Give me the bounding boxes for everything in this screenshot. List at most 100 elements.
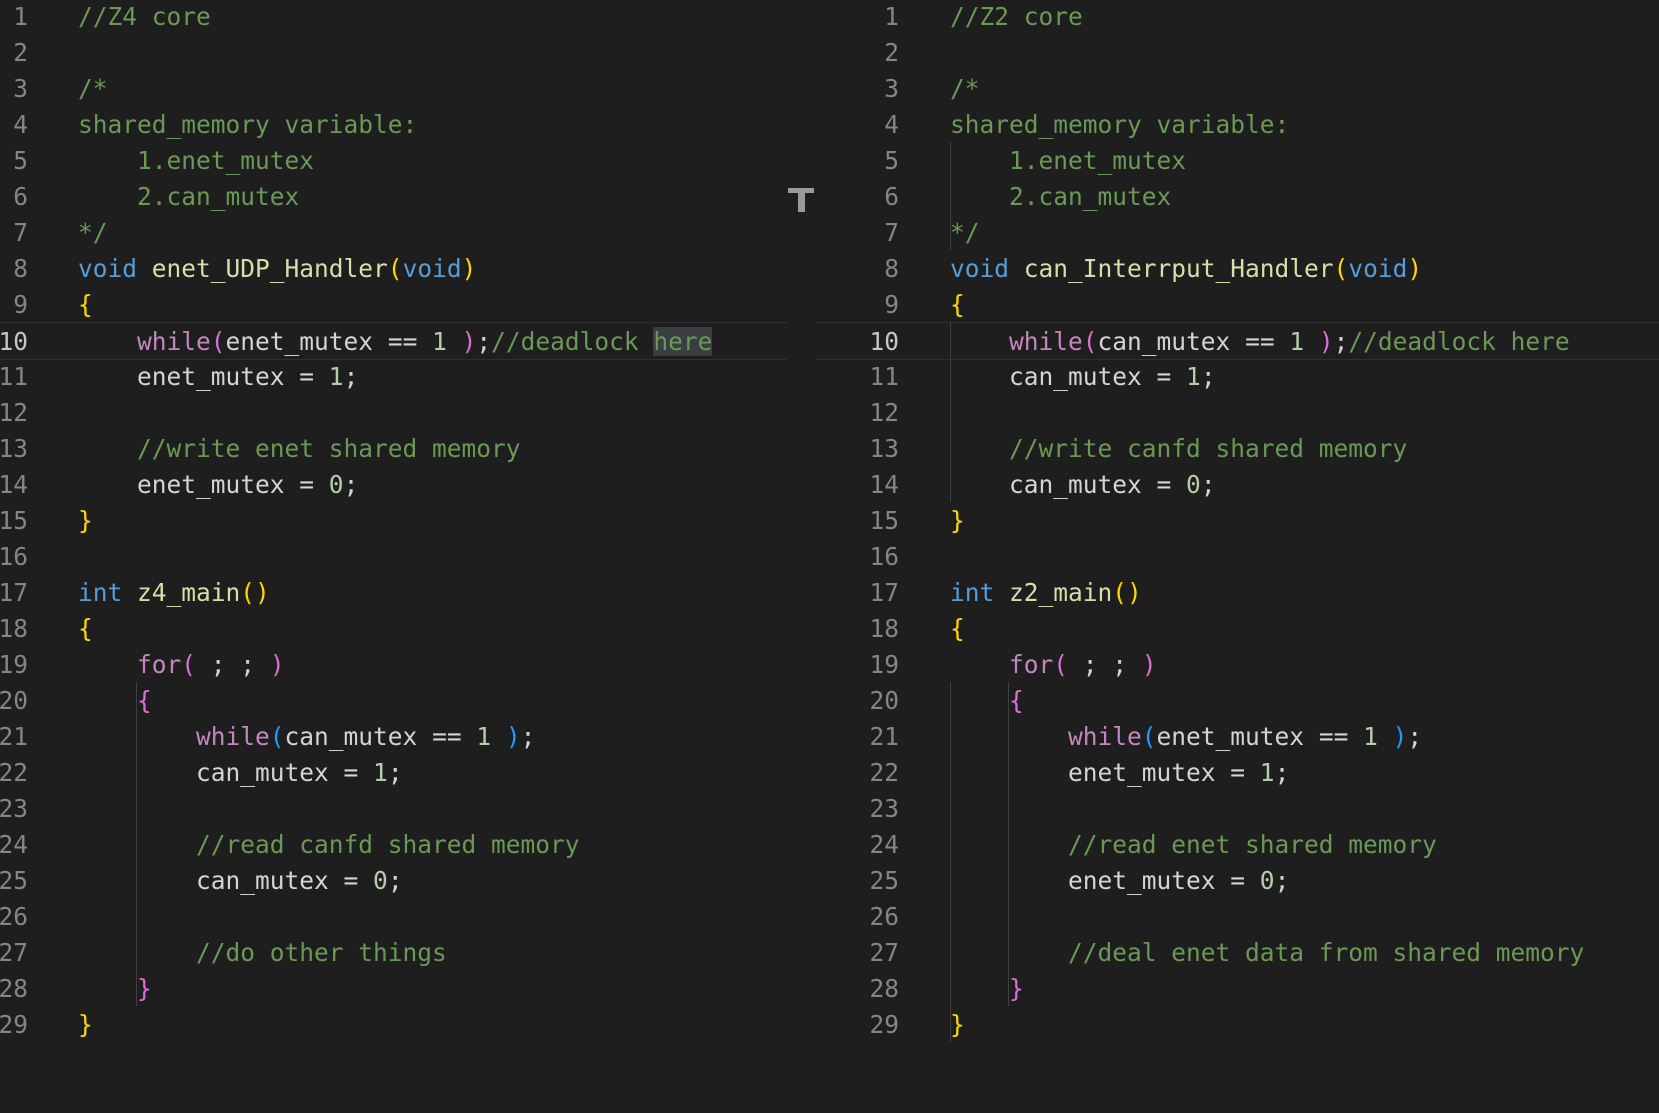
code-line[interactable]: 12 — [0, 394, 787, 432]
line-number: 12 — [869, 398, 899, 427]
code-line[interactable]: 22 can_mutex = 1; — [0, 754, 787, 792]
code-line[interactable]: 23 — [815, 790, 1659, 828]
code-token: enet_UDP_Handler — [151, 254, 388, 283]
code-line[interactable]: 29} — [0, 1006, 787, 1044]
code-line[interactable]: 5 1.enet_mutex — [0, 142, 787, 180]
code-line[interactable]: 18 { — [815, 610, 1659, 648]
code-line[interactable]: 7 */ — [0, 214, 787, 252]
code-line[interactable]: 16 — [815, 538, 1659, 576]
code-token: ; ; — [196, 650, 270, 679]
code-line[interactable]: 3 /* — [0, 70, 787, 108]
code-line[interactable]: 1 //Z2 core — [815, 0, 1659, 36]
code-token: //write enet shared memory — [137, 434, 521, 463]
code-line[interactable]: 8 void enet_UDP_Handler(void) — [0, 250, 787, 288]
code-line[interactable]: 4 shared_memory variable: — [815, 106, 1659, 144]
code-line[interactable]: 27 //do other things — [0, 934, 787, 972]
code-line[interactable]: 26 — [0, 898, 787, 936]
code-line[interactable]: 2 — [0, 34, 787, 72]
code-line[interactable]: 24 //read canfd shared memory — [0, 826, 787, 864]
code-line[interactable]: 6 2.can_mutex — [0, 178, 787, 216]
line-code: //Z2 core — [950, 0, 1083, 36]
line-code: int z4_main() — [78, 574, 270, 612]
line-number: 21 — [0, 722, 28, 751]
code-line[interactable]: 22 enet_mutex = 1; — [815, 754, 1659, 792]
code-token: can_mutex — [196, 866, 329, 895]
code-line[interactable]: 17 int z4_main() — [0, 574, 787, 612]
code-line[interactable]: 19 for( ; ; ) — [0, 646, 787, 684]
code-line[interactable]: 21 while(can_mutex == 1 ); — [0, 718, 787, 756]
code-line[interactable]: 7 */ — [815, 214, 1659, 252]
line-number: 29 — [869, 1010, 899, 1039]
code-token: ( — [1333, 254, 1349, 283]
line-number: 6 — [884, 182, 899, 211]
line-code: //read enet shared memory — [950, 826, 1437, 864]
code-token: 1 — [1259, 758, 1275, 787]
code-line[interactable]: 16 — [0, 538, 787, 576]
code-token: 0 — [328, 470, 344, 499]
code-token: 1 — [1289, 327, 1305, 356]
code-line[interactable]: 13 //write canfd shared memory — [815, 430, 1659, 468]
code-line[interactable]: 29} — [815, 1006, 1659, 1044]
code-token: can_mutex — [1009, 470, 1142, 499]
code-line[interactable]: 23 — [0, 790, 787, 828]
code-line[interactable]: 2 — [815, 34, 1659, 72]
line-number: 5 — [884, 146, 899, 175]
code-token: ) — [461, 327, 477, 356]
code-line[interactable]: 20 { — [0, 682, 787, 720]
line-code: /* — [950, 70, 980, 108]
line-number: 10 — [869, 327, 899, 356]
code-line[interactable]: 28 } — [815, 970, 1659, 1008]
code-line[interactable]: 15} — [0, 502, 787, 540]
code-line[interactable]: 3 /* — [815, 70, 1659, 108]
code-line[interactable]: 20 { — [815, 682, 1659, 720]
code-line[interactable]: 10 while(enet_mutex == 1 );//deadlock he… — [0, 322, 787, 360]
code-line[interactable]: 28 } — [0, 970, 787, 1008]
code-token: ( — [1082, 327, 1098, 356]
code-line[interactable]: 19 for( ; ; ) — [815, 646, 1659, 684]
code-line[interactable]: 25 can_mutex = 0; — [0, 862, 787, 900]
code-token: //write canfd shared memory — [1009, 434, 1408, 463]
code-line[interactable]: 21 while(enet_mutex == 1 ); — [815, 718, 1659, 756]
code-line[interactable]: 11 can_mutex = 1; — [815, 358, 1659, 396]
code-token: while — [1068, 722, 1142, 751]
code-line[interactable]: 9{ — [0, 286, 787, 324]
split-editor: 1//Z4 core 2 3/* 4 shared_memory variable: 5 … — [0, 0, 1659, 1113]
code-line[interactable]: 14 enet_mutex = 0; — [0, 466, 787, 504]
code-line[interactable]: 13 //write enet shared memory — [0, 430, 787, 468]
code-line[interactable]: 25 enet_mutex = 0; — [815, 862, 1659, 900]
code-line[interactable]: 27 //deal enet data from shared memory — [815, 934, 1659, 972]
code-line[interactable]: 11 enet_mutex = 1; — [0, 358, 787, 396]
code-token: ( — [387, 254, 403, 283]
code-token: { — [137, 686, 152, 715]
code-token: */ — [950, 218, 980, 247]
code-line[interactable]: 10 while(can_mutex == 1 );//deadlock her… — [815, 322, 1659, 360]
code-line[interactable]: 18 { — [0, 610, 787, 648]
line-code: shared_memory variable: — [78, 106, 417, 144]
code-line[interactable]: 4 shared_memory variable: — [0, 106, 787, 144]
code-line[interactable]: 9{ — [815, 286, 1659, 324]
line-number: 18 — [0, 614, 28, 643]
editor-pane-left[interactable]: 1//Z4 core 2 3/* 4 shared_memory variable: 5 … — [0, 0, 787, 1113]
code-line[interactable]: 8 void can_Interrput_Handler(void) — [815, 250, 1659, 288]
code-line[interactable]: 14 can_mutex = 0; — [815, 466, 1659, 504]
code-line[interactable]: 5 1.enet_mutex — [815, 142, 1659, 180]
code-token: //deadlock here — [1348, 327, 1570, 356]
code-line[interactable]: 17 int z2_main() — [815, 574, 1659, 612]
code-line[interactable]: 12 — [815, 394, 1659, 432]
editor-pane-right[interactable]: 1//Z2 core 2 3/* 4 shared_memory variable: 5 … — [815, 0, 1659, 1113]
code-token: //deadlock — [491, 327, 654, 356]
code-line[interactable]: 6 2.can_mutex — [815, 178, 1659, 216]
line-code: enet_mutex = 0; — [950, 862, 1289, 900]
code-line[interactable]: 26 — [815, 898, 1659, 936]
code-line[interactable]: 1 //Z4 core — [0, 0, 787, 36]
sash-handle-icon[interactable] — [788, 188, 814, 212]
code-line[interactable]: 15} — [815, 502, 1659, 540]
split-sash[interactable] — [787, 0, 815, 1113]
code-line[interactable]: 24 //read enet shared memory — [815, 826, 1659, 864]
